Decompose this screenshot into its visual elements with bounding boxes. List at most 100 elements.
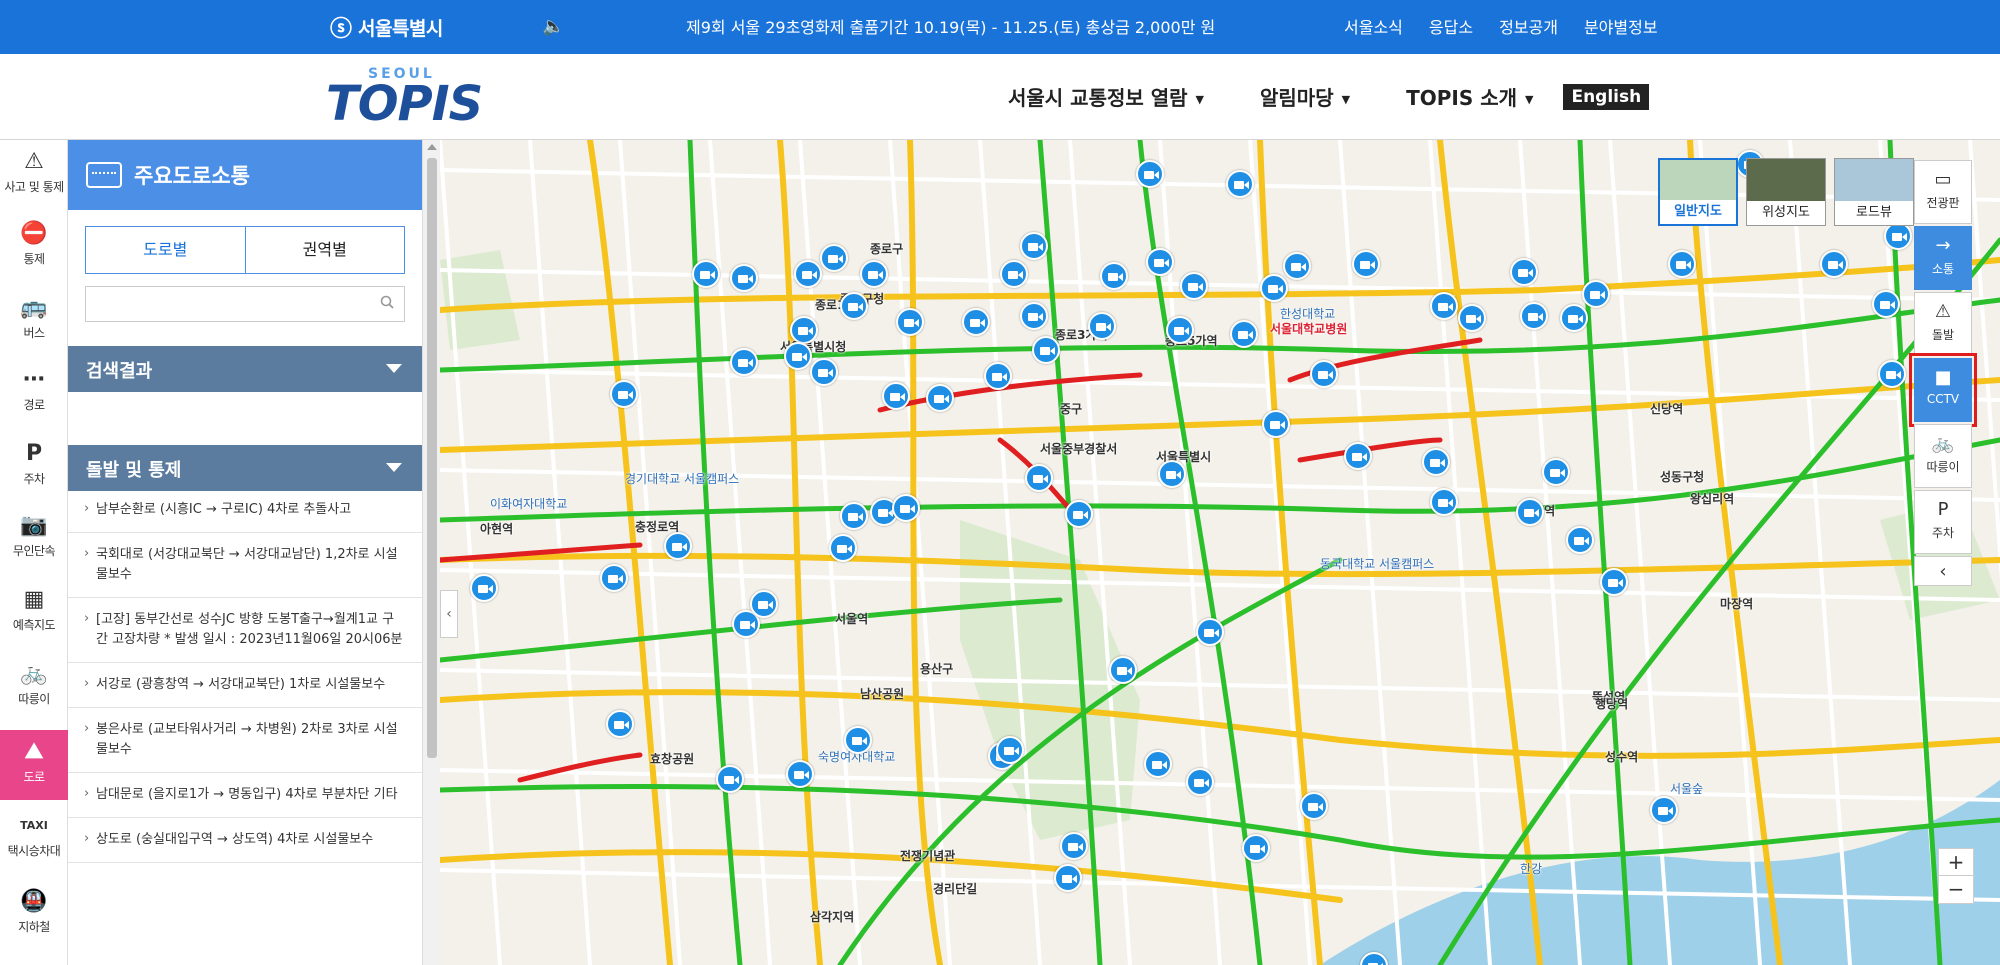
cctv-marker-icon[interactable] xyxy=(1144,750,1172,778)
cctv-marker-icon[interactable] xyxy=(1520,302,1548,330)
sidebar-item-subway[interactable]: 🚇 지하철 xyxy=(0,880,68,950)
cctv-marker-icon[interactable] xyxy=(810,358,838,386)
search-icon[interactable] xyxy=(380,295,394,309)
cctv-marker-icon[interactable] xyxy=(692,260,720,288)
cctv-marker-icon[interactable] xyxy=(730,348,758,376)
cctv-marker-icon[interactable] xyxy=(470,574,498,602)
cctv-marker-icon[interactable] xyxy=(1020,232,1048,260)
cctv-marker-icon[interactable] xyxy=(829,534,857,562)
cctv-marker-icon[interactable] xyxy=(1166,316,1194,344)
cctv-marker-icon[interactable] xyxy=(1310,360,1338,388)
sidebar-item-parking[interactable]: P 주차 xyxy=(0,432,68,502)
speaker-icon[interactable]: 🔈 xyxy=(542,16,564,37)
zoom-out-button[interactable]: − xyxy=(1939,876,1973,903)
cctv-marker-icon[interactable] xyxy=(892,494,920,522)
cctv-marker-icon[interactable] xyxy=(1020,302,1048,330)
cctv-marker-icon[interactable] xyxy=(1510,258,1538,286)
collapse-panel-button[interactable]: ‹ xyxy=(440,590,458,638)
incident-item[interactable]: 남부순환로 (시흥IC → 구로IC) 4차로 추돌사고 xyxy=(68,488,422,533)
cctv-marker-icon[interactable] xyxy=(1060,832,1088,860)
cctv-marker-icon[interactable] xyxy=(840,502,868,530)
cctv-marker-icon[interactable] xyxy=(1820,250,1848,278)
incident-item[interactable]: 국회대로 (서강대교북단 → 서강대교남단) 1,2차로 시설물보수 xyxy=(68,533,422,598)
cctv-marker-icon[interactable] xyxy=(1300,792,1328,820)
tool-traffic-flow[interactable]: → 소통 xyxy=(1914,226,1972,290)
cctv-marker-icon[interactable] xyxy=(1230,320,1258,348)
cctv-marker-icon[interactable] xyxy=(1180,272,1208,300)
cctv-marker-icon[interactable] xyxy=(1430,488,1458,516)
tool-incident[interactable]: ⚠ 돌발 xyxy=(1914,292,1972,356)
cctv-marker-icon[interactable] xyxy=(1872,290,1900,318)
cctv-marker-icon[interactable] xyxy=(962,308,990,336)
cctv-marker-icon[interactable] xyxy=(1088,312,1116,340)
nav-about[interactable]: TOPIS 소개 ▼ xyxy=(1406,82,1533,111)
cctv-marker-icon[interactable] xyxy=(1158,460,1186,488)
sidebar-item-speed-camera[interactable]: 📷 무인단속 xyxy=(0,504,68,574)
cctv-marker-icon[interactable] xyxy=(794,260,822,288)
search-results-bar[interactable]: 검색결과 xyxy=(68,346,422,392)
cctv-marker-icon[interactable] xyxy=(1186,768,1214,796)
cctv-marker-icon[interactable] xyxy=(1650,796,1678,824)
top-link-disclosure[interactable]: 정보공개 xyxy=(1499,14,1558,38)
incident-item[interactable]: 봉은사로 (교보타워사거리 → 차병원) 2차로 3차로 시설물보수 xyxy=(68,708,422,773)
cctv-marker-icon[interactable] xyxy=(1065,500,1093,528)
cctv-marker-icon[interactable] xyxy=(996,736,1024,764)
cctv-marker-icon[interactable] xyxy=(1226,170,1254,198)
cctv-marker-icon[interactable] xyxy=(1054,864,1082,892)
road-search-input[interactable] xyxy=(86,287,366,321)
cctv-marker-icon[interactable] xyxy=(1352,250,1380,278)
cctv-marker-icon[interactable] xyxy=(606,710,634,738)
chevron-down-icon[interactable] xyxy=(386,364,402,373)
scroll-up-icon[interactable] xyxy=(427,144,437,150)
cctv-marker-icon[interactable] xyxy=(844,726,872,754)
panel-scrollbar[interactable] xyxy=(422,140,440,965)
cctv-marker-icon[interactable] xyxy=(1430,292,1458,320)
top-link-news[interactable]: 서울소식 xyxy=(1344,14,1403,38)
tool-parking[interactable]: P 주차 xyxy=(1914,490,1972,554)
cctv-marker-icon[interactable] xyxy=(750,590,778,618)
cctv-marker-icon[interactable] xyxy=(1458,304,1486,332)
cctv-marker-icon[interactable] xyxy=(882,382,910,410)
tab-by-region[interactable]: 권역별 xyxy=(244,227,405,273)
chevron-down-icon[interactable] xyxy=(386,463,402,472)
seoul-city-logo[interactable]: ⓢ 서울특별시 xyxy=(330,10,443,44)
scroll-thumb[interactable] xyxy=(427,158,437,758)
cctv-marker-icon[interactable] xyxy=(1262,410,1290,438)
incident-item[interactable]: 남대문로 (을지로1가 → 명동입구) 4차로 부분차단 기타 xyxy=(68,773,422,818)
cctv-marker-icon[interactable] xyxy=(716,765,744,793)
cctv-marker-icon[interactable] xyxy=(1344,442,1372,470)
sidebar-item-bus[interactable]: 🚌 버스 xyxy=(0,286,68,356)
incident-item[interactable]: 상도로 (숭실대입구역 → 상도역) 4차로 시설물보수 xyxy=(68,818,422,863)
cctv-marker-icon[interactable] xyxy=(1000,260,1028,288)
cctv-marker-icon[interactable] xyxy=(840,292,868,320)
english-button[interactable]: English xyxy=(1563,83,1650,110)
cctv-marker-icon[interactable] xyxy=(1260,274,1288,302)
cctv-marker-icon[interactable] xyxy=(926,384,954,412)
incidents-bar[interactable]: 돌발 및 통제 xyxy=(68,445,422,491)
sidebar-item-no-entry[interactable]: ⛔ 통제 xyxy=(0,212,68,282)
top-link-response[interactable]: 응답소 xyxy=(1429,14,1473,38)
traffic-map[interactable]: 서울특별시청종로구종로1가종로3가역종로5가역종로구청중구서울중부경찰서서울특별… xyxy=(440,140,2000,965)
cctv-marker-icon[interactable] xyxy=(1100,262,1128,290)
cctv-marker-icon[interactable] xyxy=(1668,250,1696,278)
cctv-marker-icon[interactable] xyxy=(1884,222,1912,250)
cctv-marker-icon[interactable] xyxy=(1283,252,1311,280)
cctv-marker-icon[interactable] xyxy=(1242,834,1270,862)
cctv-marker-icon[interactable] xyxy=(1566,526,1594,554)
zoom-in-button[interactable]: + xyxy=(1939,849,1973,876)
incident-item[interactable]: 서강로 (광흥창역 → 서강대교북단) 1차로 시설물보수 xyxy=(68,663,422,708)
cctv-marker-icon[interactable] xyxy=(1582,280,1610,308)
cctv-marker-icon[interactable] xyxy=(1422,448,1450,476)
cctv-marker-icon[interactable] xyxy=(784,342,812,370)
tool-display-board[interactable]: ▭ 전광판 xyxy=(1914,160,1972,224)
sidebar-item-bicycle[interactable]: 🚲 따릉이 xyxy=(0,652,68,722)
tool-cctv-camera[interactable]: ■ CCTV xyxy=(1909,353,1977,427)
sidebar-item-siren[interactable]: ⚠ 사고 및 통제 xyxy=(0,140,68,210)
cctv-marker-icon[interactable] xyxy=(730,264,758,292)
cctv-marker-icon[interactable] xyxy=(610,380,638,408)
incident-item[interactable]: [고장] 동부간선로 성수JC 방향 도봉T출구→월계1교 구간 고장차량 * … xyxy=(68,598,422,663)
cctv-marker-icon[interactable] xyxy=(1109,656,1137,684)
cctv-marker-icon[interactable] xyxy=(1878,360,1906,388)
cctv-marker-icon[interactable] xyxy=(664,532,692,560)
cctv-marker-icon[interactable] xyxy=(1025,464,1053,492)
